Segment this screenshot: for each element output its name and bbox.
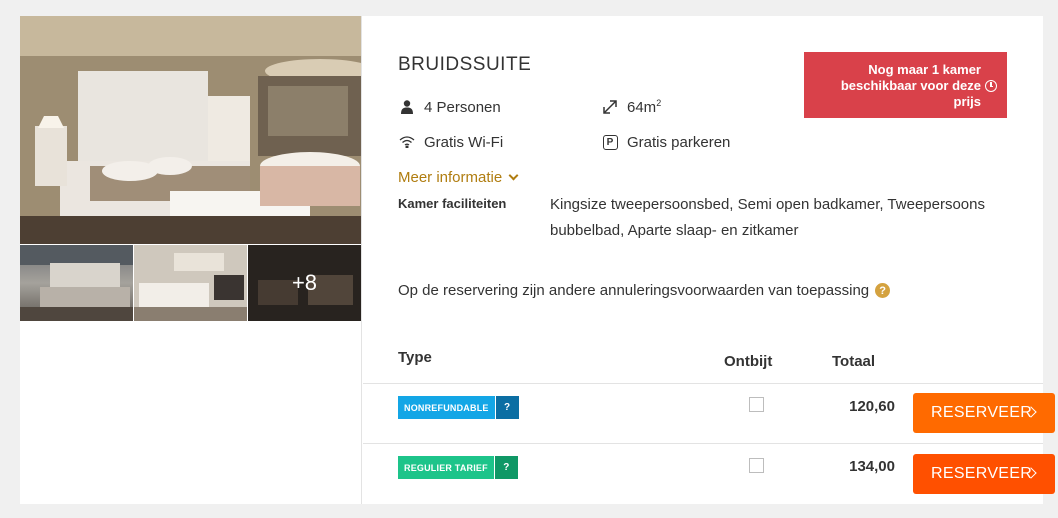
feature-parking: P Gratis parkeren (601, 133, 730, 151)
rate-help-button[interactable]: ? (494, 456, 518, 479)
rate-name: REGULIER TARIEF (398, 456, 494, 479)
parking-icon-letter: P (602, 134, 618, 150)
more-photos-count[interactable]: +8 (248, 245, 361, 321)
help-icon[interactable]: ? (875, 283, 891, 298)
feature-persons: 4 Personen (398, 98, 501, 116)
person-icon (398, 98, 416, 116)
rate-name: NONREFUNDABLE (398, 396, 495, 419)
more-info-link[interactable]: Meer informatie (398, 169, 519, 186)
room-title: BRUIDSSUITE (398, 54, 532, 75)
clock-icon (985, 80, 997, 92)
header-type: Type (398, 349, 432, 366)
parking-icon: P (601, 133, 619, 151)
thumbnail-2[interactable] (134, 245, 247, 321)
feature-wifi: Gratis Wi-Fi (398, 133, 503, 151)
rate-badge-regulier: REGULIER TARIEF ? (398, 456, 518, 479)
thumbnail-2-illustration (134, 245, 247, 321)
rate-help-button[interactable]: ? (495, 396, 519, 419)
availability-alert-text: Nog maar 1 kamer beschikbaar voor deze p… (840, 62, 981, 109)
reserve-button[interactable]: RESERVEER (913, 393, 1055, 433)
area-unit-superscript: 2 (656, 98, 662, 108)
total-price: 120,60 (849, 398, 895, 415)
header-totaal: Totaal (832, 353, 876, 370)
header-ontbijt: Ontbijt (724, 353, 773, 370)
thumbnail-3[interactable]: +8 (248, 245, 361, 321)
more-info-label: Meer informatie (398, 169, 503, 186)
thumbnail-1[interactable] (20, 245, 133, 321)
thumbnail-strip: +8 (20, 245, 361, 321)
expand-arrows-icon (601, 98, 619, 116)
availability-alert: Nog maar 1 kamer beschikbaar voor deze p… (804, 52, 1007, 118)
reserve-button-label: RESERVEER (931, 404, 1033, 421)
bedroom-photo-illustration (20, 16, 361, 244)
thumbnail-1-illustration (20, 245, 133, 321)
reserve-button-label: RESERVEER (931, 465, 1033, 482)
facilities-label: Kamer faciliteiten (398, 196, 507, 211)
photo-gallery: +8 (20, 16, 362, 504)
main-room-photo[interactable] (20, 16, 361, 244)
feature-area: 64m2 (601, 98, 661, 116)
row-divider (363, 383, 1043, 384)
reserve-button[interactable]: RESERVEER (913, 454, 1055, 494)
wifi-icon (398, 133, 416, 151)
area-value: 64m (627, 99, 657, 116)
feature-wifi-label: Gratis Wi-Fi (424, 133, 504, 151)
rate-badge-nonrefundable: NONREFUNDABLE ? (398, 396, 519, 419)
feature-persons-label: 4 Personen (424, 98, 501, 116)
room-details: BRUIDSSUITE Nog maar 1 kamer beschikbaar… (363, 16, 1055, 504)
feature-area-label: 64m2 (627, 98, 661, 116)
chevron-down-icon (508, 170, 519, 181)
breakfast-checkbox[interactable] (749, 458, 764, 473)
cancellation-note: Op de reservering zijn andere annulering… (398, 282, 891, 299)
room-card: +8 BRUIDSSUITE Nog maar 1 kamer beschikb… (20, 16, 1055, 504)
facilities-list: Kingsize tweepersoonsbed, Semi open badk… (550, 196, 985, 239)
total-price: 134,00 (849, 458, 895, 475)
row-divider (363, 443, 1043, 444)
feature-parking-label: Gratis parkeren (627, 133, 731, 151)
cancellation-note-text: Op de reservering zijn andere annulering… (398, 282, 870, 299)
breakfast-checkbox[interactable] (749, 397, 764, 412)
